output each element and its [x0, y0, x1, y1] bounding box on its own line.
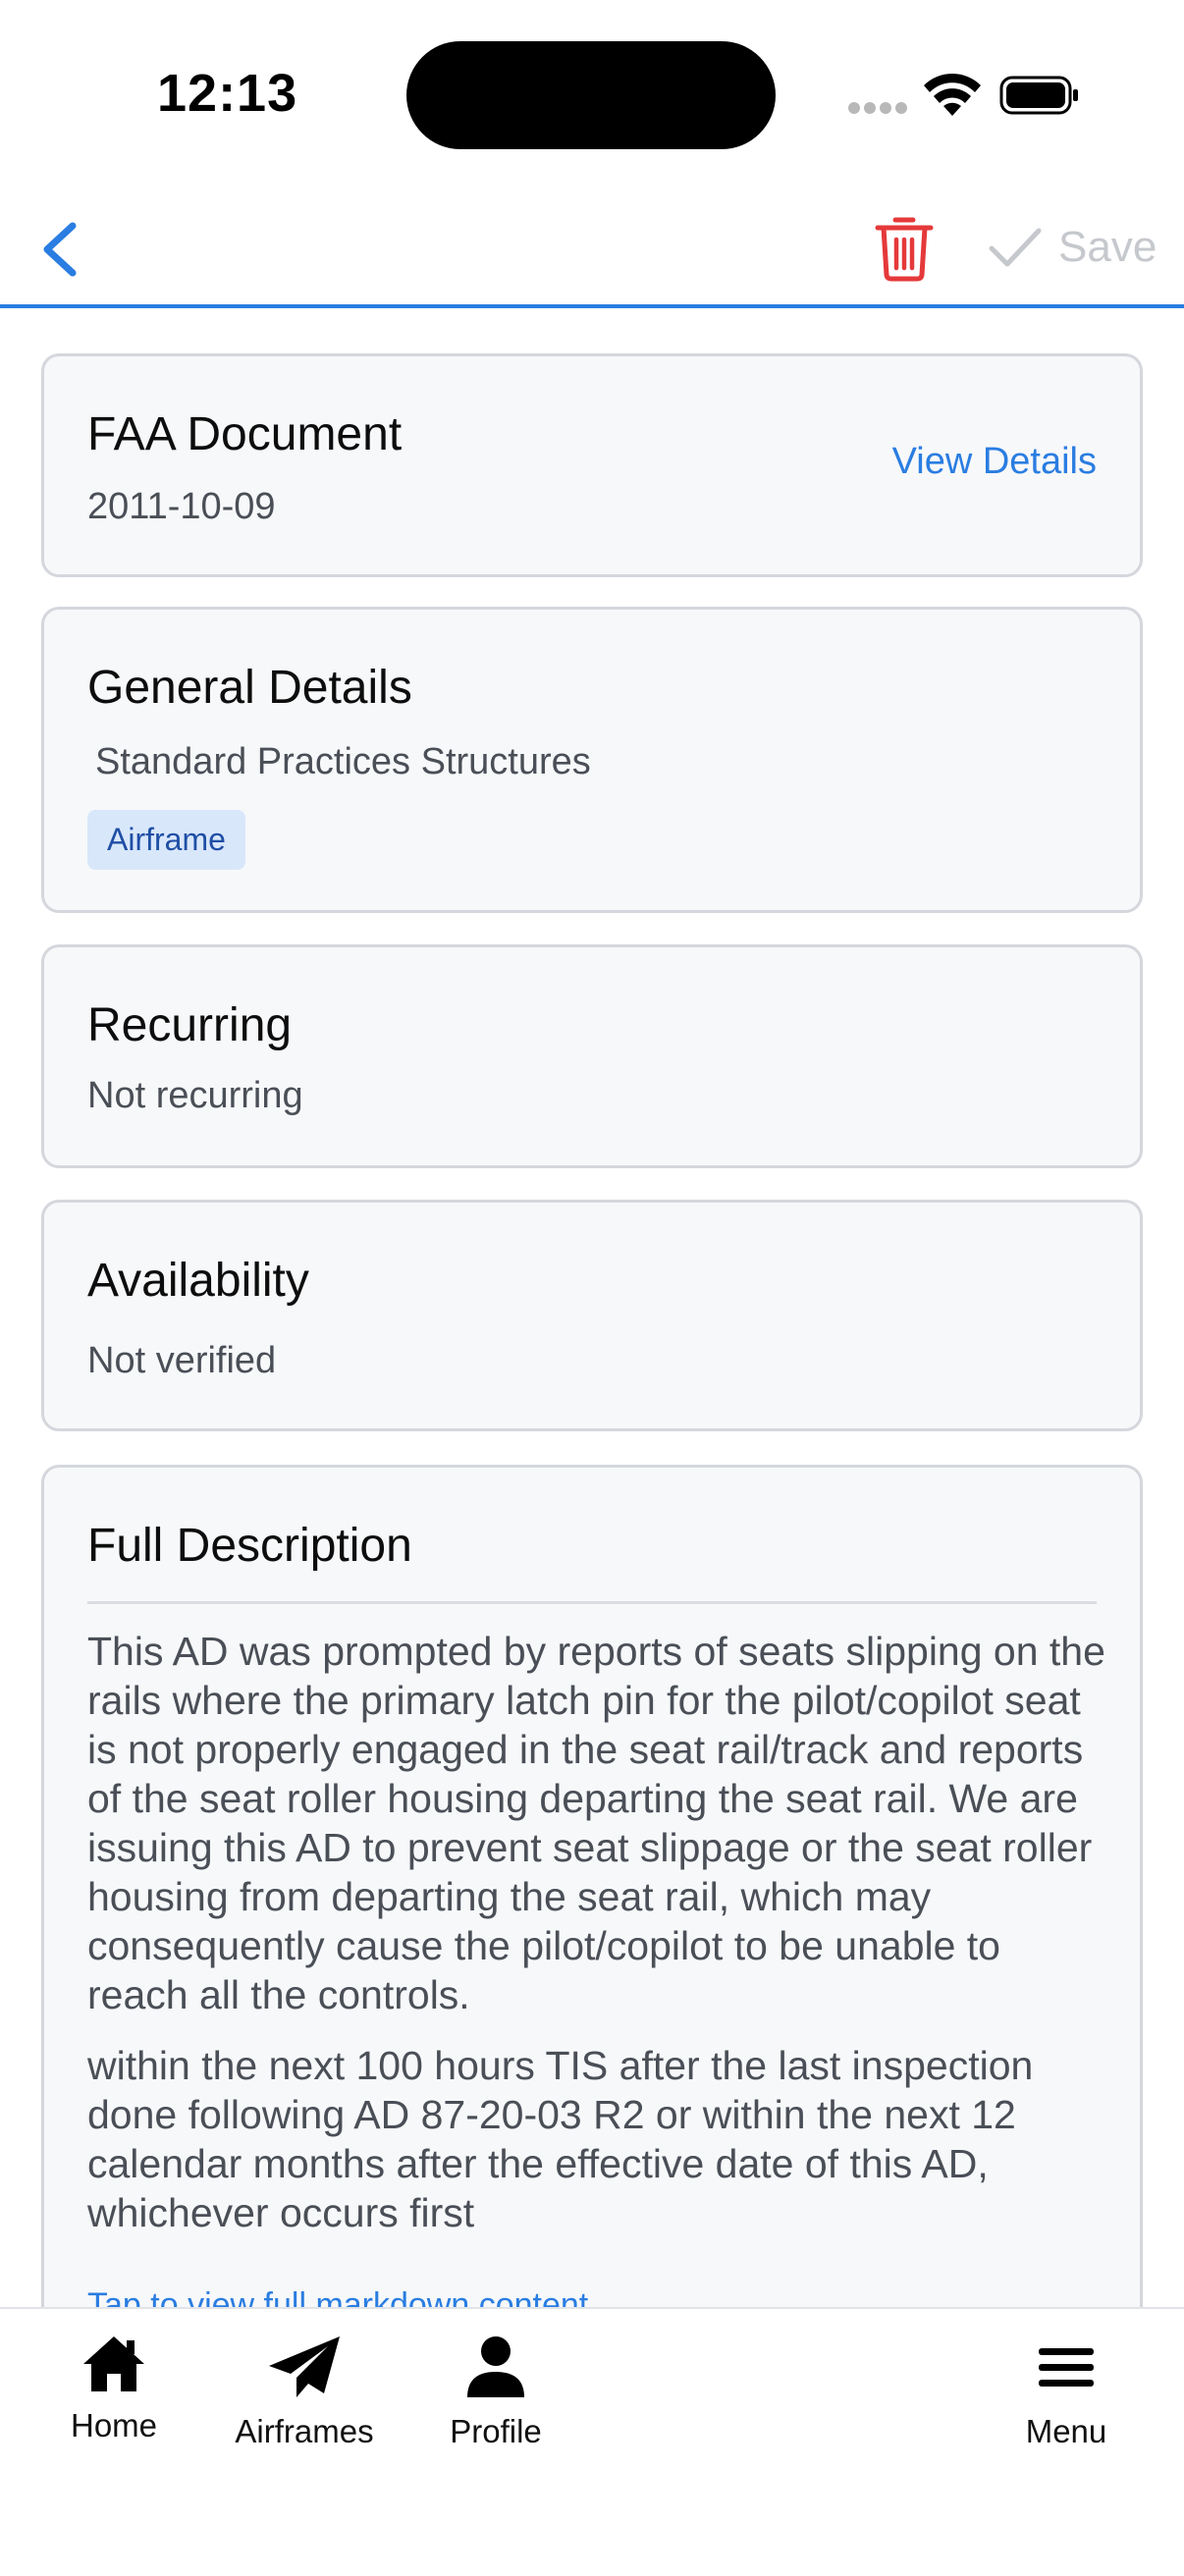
- status-bar: 12:13: [0, 0, 1184, 187]
- recurring-value: Not recurring: [87, 1075, 303, 1116]
- details-subtitle: Standard Practices Structures: [95, 741, 591, 782]
- description-paragraph: This AD was prompted by reports of seats…: [87, 1629, 1105, 2017]
- view-details-link[interactable]: View Details: [892, 441, 1097, 483]
- availability-card: Availability Not verified: [41, 1200, 1143, 1431]
- hamburger-menu-icon: [1039, 2348, 1094, 2387]
- recurring-card: Recurring Not recurring: [41, 944, 1143, 1168]
- wifi-icon: [924, 73, 981, 116]
- tab-label: Menu: [1025, 2413, 1107, 2449]
- card-title: Recurring: [87, 999, 293, 1051]
- divider: [87, 1601, 1097, 1604]
- tab-airframes[interactable]: Airframes: [226, 2334, 383, 2450]
- top-nav-bar: Save: [0, 187, 1184, 308]
- checkmark-icon: [989, 228, 1042, 267]
- card-title: Full Description: [87, 1520, 412, 1572]
- status-time: 12:13: [157, 64, 298, 123]
- save-button[interactable]: Save: [988, 216, 1157, 279]
- battery-icon: [999, 76, 1078, 115]
- description-text: This AD was prompted by reports of seats…: [87, 1627, 1108, 2237]
- save-label: Save: [1058, 223, 1157, 271]
- description-paragraph: within the next 100 hours TIS after the …: [87, 2043, 1034, 2235]
- full-description-card: Full Description This AD was prompted by…: [41, 1465, 1143, 2348]
- tab-label: Airframes: [235, 2413, 374, 2449]
- tab-label: Profile: [450, 2413, 542, 2449]
- person-icon: [467, 2336, 524, 2397]
- dynamic-island: [406, 41, 776, 149]
- tab-label: Home: [70, 2407, 158, 2443]
- home-icon: [83, 2336, 144, 2391]
- card-title: General Details: [87, 662, 412, 714]
- cellular-signal-icon: [848, 102, 907, 116]
- back-chevron-icon[interactable]: [35, 218, 94, 281]
- bottom-tab-bar: Home Airframes Profile Menu: [0, 2307, 1184, 2576]
- tab-menu[interactable]: Menu: [1017, 2334, 1115, 2450]
- general-details-card: General Details Standard Practices Struc…: [41, 607, 1143, 913]
- paper-plane-icon: [269, 2336, 340, 2397]
- delete-trash-icon[interactable]: [874, 214, 935, 283]
- document-date: 2011-10-09: [87, 486, 276, 527]
- tab-home[interactable]: Home: [65, 2334, 163, 2444]
- card-title: FAA Document: [87, 408, 403, 460]
- category-badge: Airframe: [87, 810, 245, 870]
- card-title: Availability: [87, 1255, 309, 1307]
- availability-value: Not verified: [87, 1340, 277, 1381]
- tab-profile[interactable]: Profile: [442, 2334, 550, 2450]
- faa-document-card: FAA Document 2011-10-09 View Details: [41, 353, 1143, 577]
